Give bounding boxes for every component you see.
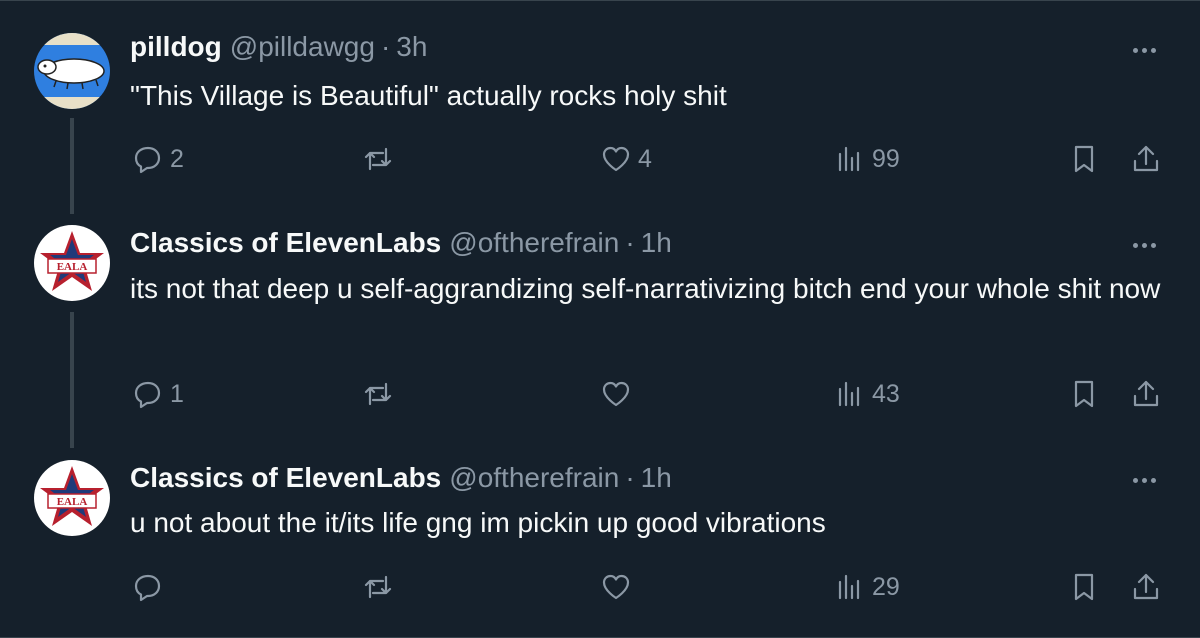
tweet-actions: 2 4 99 (0, 139, 1200, 179)
share-icon (1133, 380, 1159, 407)
reply-button[interactable]: 1 (132, 374, 184, 414)
more-icon[interactable] (1126, 40, 1162, 60)
tweet-header: Classics of ElevenLabs @oftherefrain · 1… (130, 226, 672, 260)
handle[interactable]: @pilldawgg (230, 30, 375, 64)
reply-icon (134, 574, 161, 602)
views-button[interactable]: 99 (834, 139, 900, 179)
tweet-text: its not that deep u self-aggrandizing se… (130, 273, 1161, 304)
bookmark-button[interactable] (1068, 567, 1100, 607)
timestamp[interactable]: 1h (641, 461, 672, 495)
dog-avatar-icon (34, 33, 110, 109)
star-logo-avatar-icon: EALA (34, 225, 110, 301)
bookmark-button[interactable] (1068, 374, 1100, 414)
share-button[interactable] (1130, 567, 1162, 607)
share-button[interactable] (1130, 374, 1162, 414)
reply-button[interactable] (132, 567, 170, 607)
like-button[interactable]: 4 (600, 139, 652, 179)
bookmark-icon (1074, 145, 1094, 173)
tweet-header: Classics of ElevenLabs @oftherefrain · 1… (130, 461, 672, 495)
star-logo-avatar-icon: EALA (34, 460, 110, 536)
retweet-icon (364, 575, 392, 599)
like-count: 4 (638, 144, 652, 173)
analytics-icon (838, 381, 860, 407)
avatar[interactable]: EALA (34, 460, 110, 536)
reply-icon (134, 381, 161, 409)
reply-count: 1 (170, 379, 184, 408)
share-icon (1133, 573, 1159, 600)
like-button[interactable] (600, 374, 638, 414)
retweet-icon (364, 382, 392, 406)
display-name[interactable]: Classics of ElevenLabs (130, 226, 441, 260)
view-count: 29 (872, 572, 900, 601)
tweet-text: u not about the it/its life gng im picki… (130, 507, 826, 538)
svg-text:EALA: EALA (57, 261, 88, 273)
more-icon[interactable] (1126, 470, 1162, 490)
separator: · (625, 462, 635, 493)
svg-text:EALA: EALA (57, 496, 88, 508)
share-button[interactable] (1130, 139, 1162, 179)
more-icon[interactable] (1126, 235, 1162, 255)
bookmark-icon (1074, 380, 1094, 408)
heart-icon (602, 146, 630, 172)
view-count: 99 (872, 144, 900, 173)
view-count: 43 (872, 379, 900, 408)
bookmark-icon (1074, 573, 1094, 601)
analytics-icon (838, 146, 860, 172)
timestamp[interactable]: 3h (396, 30, 427, 64)
handle[interactable]: @oftherefrain (449, 226, 619, 260)
views-button[interactable]: 29 (834, 567, 900, 607)
reply-icon (134, 146, 161, 174)
retweet-icon (364, 147, 392, 171)
bookmark-button[interactable] (1068, 139, 1100, 179)
tweet-actions: 29 (0, 567, 1200, 607)
analytics-icon (838, 574, 860, 600)
tweet-actions: 1 43 (0, 374, 1200, 414)
retweet-button[interactable] (362, 567, 400, 607)
separator: · (625, 227, 635, 258)
share-icon (1133, 145, 1159, 172)
display-name[interactable]: Classics of ElevenLabs (130, 461, 441, 495)
heart-icon (602, 574, 630, 600)
tweet-text: "This Village is Beautiful" actually roc… (130, 80, 727, 111)
like-button[interactable] (600, 567, 638, 607)
views-button[interactable]: 43 (834, 374, 900, 414)
retweet-button[interactable] (362, 139, 400, 179)
heart-icon (602, 381, 630, 407)
timestamp[interactable]: 1h (641, 226, 672, 260)
avatar[interactable] (34, 33, 110, 109)
separator: · (380, 31, 391, 62)
handle[interactable]: @oftherefrain (449, 461, 619, 495)
retweet-button[interactable] (362, 374, 400, 414)
display-name[interactable]: pilldog (130, 30, 222, 64)
reply-count: 2 (170, 144, 184, 173)
tweet-header: pilldog @pilldawgg · 3h (130, 30, 427, 64)
reply-button[interactable]: 2 (132, 139, 184, 179)
avatar[interactable]: EALA (34, 225, 110, 301)
